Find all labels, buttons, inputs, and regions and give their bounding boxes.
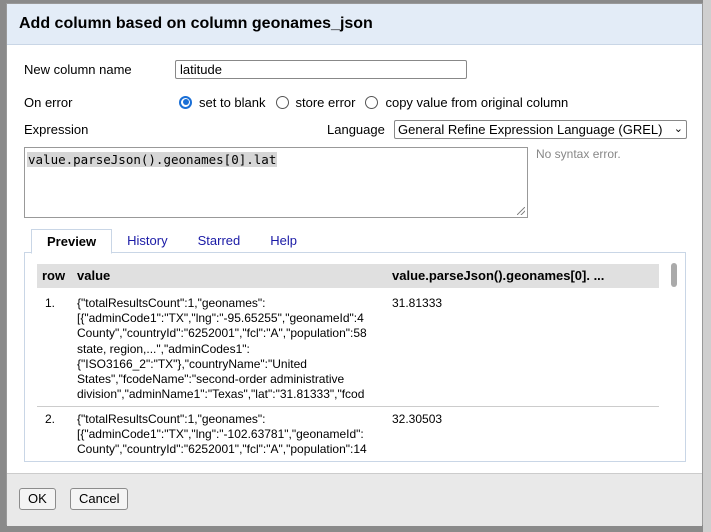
row-divider (37, 406, 659, 407)
value-line: state, region,...","adminCodes1": (77, 341, 250, 356)
chevron-down-icon: ⌄ (673, 123, 683, 135)
table-header: row value value.parseJson().geonames[0].… (37, 264, 659, 288)
scrollbar-thumb[interactable] (671, 263, 677, 287)
on-error-options: set to blank store error copy value from… (179, 93, 578, 111)
syntax-status: No syntax error. (536, 147, 621, 161)
resize-grip-icon[interactable] (517, 207, 525, 215)
tab-help[interactable]: Help (255, 229, 312, 253)
new-column-label: New column name (24, 62, 132, 77)
dialog-footer: OK Cancel (7, 473, 702, 526)
value-line: County","countryId":"6252001","fcl":"A",… (77, 442, 367, 457)
value-line: {"ISO3166_2":"TX"},"countryName":"United (77, 356, 307, 371)
tab-preview[interactable]: Preview (31, 229, 113, 254)
expression-text: value.parseJson().geonames[0].lat (27, 152, 278, 167)
result-value: 31.81333 (392, 296, 443, 310)
cancel-button[interactable]: Cancel (70, 488, 129, 510)
language-label: Language (327, 122, 385, 137)
value-line: States","fcodeName":"second-order admini… (77, 372, 345, 387)
radio-copy-value[interactable] (365, 95, 379, 109)
result-value: 32.30503 (392, 412, 443, 426)
radio-label-set-to-blank: set to blank (199, 94, 266, 110)
value-line: {"totalResultsCount":1,"geonames": (77, 296, 266, 310)
column-header-value: value (77, 268, 111, 283)
radio-label-store-error: store error (295, 94, 356, 110)
column-header-row: row (42, 268, 66, 283)
row-number: 1. (45, 296, 56, 310)
value-line: division","adminName1":"Texas","lat":"31… (77, 387, 365, 402)
expression-editor[interactable]: value.parseJson().geonames[0].lat (24, 147, 528, 218)
table-row-value: {"totalResultsCount":1,"geonames": [{"ad… (77, 412, 389, 458)
value-line: [{"adminCode1":"TX","lng":"-102.63781","… (77, 427, 364, 442)
new-column-name-input[interactable] (175, 60, 467, 79)
table-row-value: {"totalResultsCount":1,"geonames": [{"ad… (77, 296, 389, 402)
preview-scrollbar[interactable] (670, 261, 679, 457)
column-header-result: value.parseJson().geonames[0]. ... (392, 268, 605, 283)
tab-starred[interactable]: Starred (183, 229, 256, 253)
row-number: 2. (45, 412, 56, 426)
radio-set-to-blank[interactable] (179, 95, 192, 109)
preview-panel: row value value.parseJson().geonames[0].… (24, 252, 686, 462)
on-error-label: On error (24, 95, 73, 110)
language-selected-value: General Refine Expression Language (GREL… (398, 122, 663, 137)
ok-button[interactable]: OK (19, 488, 56, 510)
language-select[interactable]: General Refine Expression Language (GREL… (394, 120, 687, 139)
value-line: County","countryId":"6252001","fcl":"A",… (77, 326, 367, 341)
background-page (703, 0, 711, 532)
preview-table: row value value.parseJson().geonames[0].… (37, 264, 659, 461)
expression-label: Expression (24, 122, 89, 137)
radio-label-copy-value: copy value from original column (385, 94, 569, 110)
value-line: [{"adminCode1":"TX","lng":"-95.65255","g… (77, 311, 364, 326)
value-line: {"totalResultsCount":1,"geonames": (77, 412, 266, 426)
radio-store-error[interactable] (275, 95, 289, 109)
dialog-title: Add column based on column geonames_json (7, 4, 702, 45)
tab-bar: Preview History Starred Help (31, 229, 312, 254)
add-column-dialog: Add column based on column geonames_json… (6, 3, 703, 526)
tab-history[interactable]: History (112, 229, 182, 253)
